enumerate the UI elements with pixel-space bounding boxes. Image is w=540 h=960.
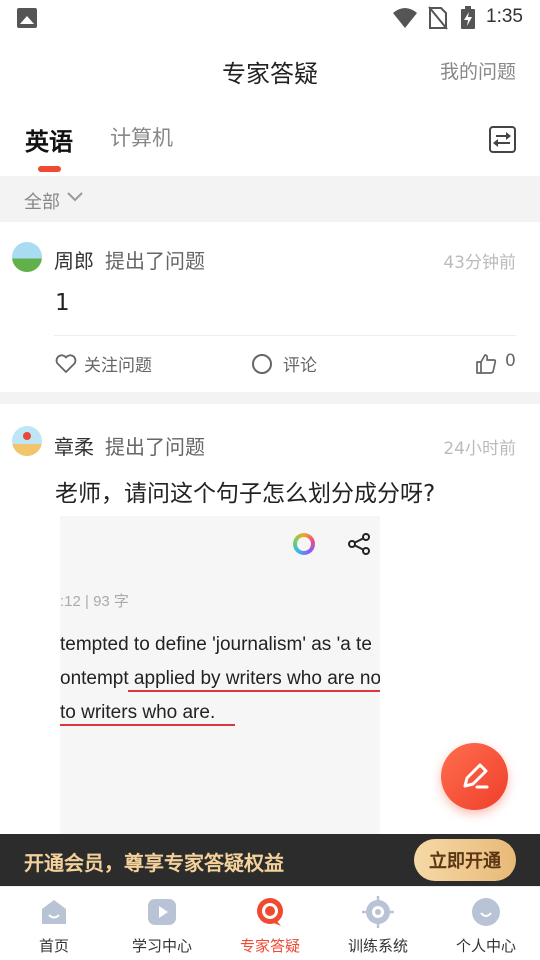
nav-label: 个人中心 — [455, 937, 516, 955]
timestamp: 24小时前 — [443, 439, 516, 459]
tab-computer[interactable]: 计算机 — [110, 122, 173, 152]
image-text-line: to writers who are. — [60, 702, 216, 723]
question-image[interactable]: :12 | 93 字 tempted to define 'journalism… — [60, 516, 380, 834]
image-text-line: ontempt applied by writers who are no — [60, 668, 380, 689]
question-text[interactable]: 老师，请问这个句子怎么划分成分呀? — [55, 474, 435, 508]
question-action: 提出了问题 — [105, 435, 205, 459]
divider — [54, 335, 516, 336]
bottom-nav: 首页 学习中心 专家答疑 训练系统 个人中心 — [0, 886, 540, 960]
ask-question-button[interactable] — [441, 743, 508, 810]
membership-banner-text: 开通会员，尊享专家答疑权益 — [24, 851, 284, 875]
color-ring-icon — [293, 533, 315, 555]
expert-qa-icon — [257, 898, 283, 926]
nav-label: 训练系统 — [347, 937, 408, 955]
open-membership-button[interactable]: 立即开通 — [414, 839, 516, 881]
nav-label: 专家答疑 — [239, 937, 300, 955]
switch-icon[interactable] — [489, 126, 516, 153]
app-header: 专家答疑 我的问题 — [0, 36, 540, 104]
nav-item-profile[interactable]: 个人中心 — [432, 887, 540, 960]
avatar[interactable] — [12, 426, 42, 456]
pencil-icon — [463, 763, 489, 789]
filter-dropdown[interactable]: 全部 — [24, 188, 60, 214]
play-icon — [148, 899, 176, 925]
timestamp: 43分钟前 — [443, 253, 516, 273]
profile-icon — [472, 898, 500, 926]
nav-item-home[interactable]: 首页 — [0, 887, 108, 960]
battery-charging-icon — [461, 6, 475, 29]
filter-bar: 全部 — [0, 176, 540, 222]
question-action: 提出了问题 — [105, 249, 205, 273]
like-count: 0 — [505, 351, 516, 371]
status-bar: 1:35 — [0, 0, 540, 36]
target-icon — [362, 896, 394, 928]
wifi-icon — [393, 8, 417, 28]
card-separator — [0, 392, 540, 404]
my-questions-link[interactable]: 我的问题 — [440, 57, 516, 84]
nav-label: 学习中心 — [131, 937, 192, 955]
nav-item-study-center[interactable]: 学习中心 — [108, 887, 216, 960]
heart-icon[interactable] — [55, 354, 77, 374]
home-icon — [42, 900, 66, 924]
thumbs-up-icon[interactable] — [475, 353, 497, 375]
follow-question-button[interactable]: 关注问题 — [84, 351, 152, 376]
image-text-line: tempted to define 'journalism' as 'a te — [60, 634, 372, 655]
username[interactable]: 章柔 — [54, 431, 94, 460]
share-icon — [348, 533, 370, 555]
highlight-underline — [60, 724, 235, 726]
active-tab-indicator — [38, 166, 61, 172]
comment-icon[interactable] — [252, 354, 272, 374]
highlight-underline — [128, 690, 380, 692]
question-card[interactable]: 周郎 提出了问题 43分钟前 1 关注问题 评论 0 — [0, 222, 540, 392]
username[interactable]: 周郎 — [54, 245, 94, 274]
subject-tabs: 英语 计算机 — [0, 104, 540, 176]
tab-english[interactable]: 英语 — [25, 122, 73, 157]
avatar[interactable] — [12, 242, 42, 272]
chevron-down-icon[interactable] — [66, 190, 84, 204]
comment-button[interactable]: 评论 — [283, 351, 317, 376]
question-text[interactable]: 1 — [55, 290, 70, 316]
no-sim-icon — [428, 6, 448, 30]
image-meta: :12 | 93 字 — [60, 593, 129, 610]
nav-item-expert-qa[interactable]: 专家答疑 — [216, 887, 324, 960]
gallery-notification-icon — [17, 8, 37, 28]
nav-item-training[interactable]: 训练系统 — [324, 887, 432, 960]
clock: 1:35 — [486, 6, 523, 27]
question-actions: 关注问题 评论 0 — [0, 351, 540, 381]
membership-banner[interactable]: 开通会员，尊享专家答疑权益 立即开通 — [0, 834, 540, 886]
nav-label: 首页 — [38, 937, 69, 955]
